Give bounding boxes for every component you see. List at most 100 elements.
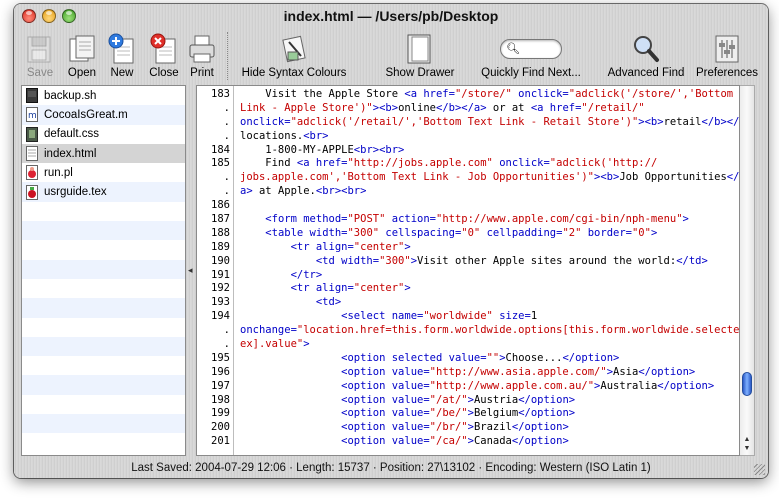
- file-list-empty-row: [22, 259, 185, 279]
- quickly-find-next-button[interactable]: 🔍︎ Quickly Find Next...: [476, 32, 586, 79]
- save-button[interactable]: Save: [22, 32, 58, 79]
- code-line[interactable]: . a> at Apple.<br><br>: [197, 185, 739, 199]
- file-list-empty-row: [22, 433, 185, 452]
- line-text: Link - Apple Store')"><b>online</b></a> …: [240, 101, 645, 114]
- file-list-empty-row: [22, 221, 185, 241]
- code-line[interactable]: 192 <tr align="center">: [197, 282, 739, 296]
- search-icon: 🔍︎: [506, 43, 520, 55]
- file-name: default.css: [44, 128, 99, 141]
- code-line[interactable]: 183 Visit the Apple Store <a href="/stor…: [197, 88, 739, 102]
- file-list-empty-row: [22, 414, 185, 434]
- line-number: 201: [211, 435, 230, 448]
- line-number: 192: [211, 282, 230, 295]
- code-line[interactable]: . onchange="location.href=this.form.world…: [197, 324, 739, 338]
- line-number: 191: [211, 268, 230, 281]
- scroll-thumb[interactable]: [742, 372, 752, 396]
- line-text: jobs.apple.com','Bottom Text Link - Job …: [240, 171, 740, 184]
- file-list-item[interactable]: index.html: [22, 143, 185, 164]
- tex-file-icon: [26, 184, 38, 200]
- line-number: .: [223, 338, 230, 351]
- printer-icon: [188, 32, 216, 66]
- code-text[interactable]: 183 Visit the Apple Store <a href="/stor…: [197, 88, 740, 449]
- show-drawer-button[interactable]: Show Drawer: [384, 32, 456, 79]
- code-line[interactable]: 189 <tr align="center">: [197, 241, 739, 255]
- quick-find-field[interactable]: 🔍︎: [500, 32, 562, 66]
- magnifier-icon: [632, 32, 660, 66]
- line-text: locations.<br>: [240, 129, 329, 142]
- line-text: <form method="POST" action="http://www.a…: [265, 213, 689, 226]
- line-text: ex].value">: [240, 338, 310, 351]
- file-list-item[interactable]: usrguide.tex: [22, 182, 185, 202]
- close-button[interactable]: Close: [146, 32, 182, 79]
- code-line[interactable]: . Link - Apple Store')"><b>online</b></a>…: [197, 101, 739, 116]
- scroll-arrows[interactable]: ▲ ▼: [741, 435, 753, 453]
- file-list-empty-row: [22, 336, 185, 357]
- html-file-icon: [26, 146, 38, 162]
- file-name: backup.sh: [44, 89, 97, 102]
- open-button[interactable]: Open: [64, 32, 100, 79]
- code-line[interactable]: 195 <option selected value="">Choose...<…: [197, 352, 739, 366]
- line-number: .: [223, 129, 230, 142]
- line-number: .: [223, 101, 230, 114]
- file-list-item[interactable]: run.pl: [22, 163, 185, 182]
- resize-grip-icon[interactable]: [754, 464, 765, 475]
- code-editor[interactable]: 183 Visit the Apple Store <a href="/stor…: [196, 85, 740, 456]
- file-list-empty-row: [22, 202, 185, 221]
- status-bar: Last Saved: 2004-07-29 12:06 · Length: 1…: [131, 462, 651, 474]
- file-list-item[interactable]: m CocoaIsGreat.m: [22, 105, 185, 125]
- code-line[interactable]: 187 <form method="POST" action="http://w…: [197, 213, 739, 227]
- line-number: .: [223, 185, 230, 198]
- line-number: 186: [211, 199, 230, 212]
- perl-file-icon: [26, 165, 38, 181]
- line-text: <option value="/br/">Brazil</option>: [341, 421, 569, 434]
- code-line[interactable]: . ex].value">: [197, 338, 739, 352]
- pane-splitter[interactable]: ◂: [186, 85, 196, 456]
- file-list-empty-row: [22, 356, 185, 375]
- line-number: 199: [211, 407, 230, 420]
- file-name: CocoaIsGreat.m: [44, 108, 128, 121]
- advanced-find-button[interactable]: Advanced Find: [606, 32, 686, 79]
- line-number: 185: [211, 157, 230, 170]
- line-number: 193: [211, 296, 230, 309]
- new-document-icon: [107, 32, 137, 66]
- file-list-item[interactable]: backup.sh: [22, 86, 185, 105]
- code-line[interactable]: 185 Find <a href="http://jobs.apple.com"…: [197, 157, 739, 171]
- code-line[interactable]: 184 1-800-MY-APPLE<br><br>: [197, 144, 739, 158]
- file-list-item[interactable]: default.css: [22, 125, 185, 144]
- code-line[interactable]: 193 <td>: [197, 296, 739, 310]
- line-text: a> at Apple.<br><br>: [240, 185, 367, 198]
- code-line[interactable]: . locations.<br>: [197, 129, 739, 144]
- new-button[interactable]: New: [106, 32, 138, 79]
- code-line[interactable]: 198 <option value="/at/">Austria</option…: [197, 394, 739, 408]
- code-line[interactable]: . jobs.apple.com','Bottom Text Link - Job…: [197, 171, 740, 185]
- line-text: <tr align="center">: [290, 282, 411, 295]
- preferences-button[interactable]: Preferences: [696, 32, 758, 79]
- file-name: run.pl: [44, 166, 73, 179]
- file-list[interactable]: backup.sh m CocoaIsGreat.m default.css index…: [21, 85, 186, 456]
- code-line[interactable]: 190 <td width="300">Visit other Apple si…: [197, 254, 739, 269]
- line-text: Visit the Apple Store <a href="/store/" …: [240, 88, 734, 100]
- file-name: usrguide.tex: [44, 186, 107, 199]
- code-line[interactable]: 194 <select name="worldwide" size=1: [197, 310, 739, 324]
- toolbar-separator: [227, 32, 228, 80]
- line-number: 196: [211, 365, 230, 378]
- file-list-empty-row: [22, 298, 185, 318]
- title-bar[interactable]: index.html — /Users/pb/Desktop: [14, 4, 768, 28]
- hide-syntax-colours-button[interactable]: Hide Syntax Colours: [240, 32, 348, 79]
- save-icon: [27, 32, 53, 66]
- line-number: 190: [211, 254, 230, 267]
- code-line[interactable]: . onclick="adclick('/retail/','Bottom Tex…: [197, 116, 739, 130]
- code-line[interactable]: 197 <option value="http://www.apple.com.…: [197, 380, 739, 394]
- code-line[interactable]: 199 <option value="/be/">Belgium</option…: [197, 407, 739, 421]
- code-line[interactable]: 200 <option value="/br/">Brazil</option>: [197, 421, 739, 435]
- line-number: .: [223, 324, 230, 337]
- print-button[interactable]: Print: [186, 32, 218, 79]
- editor-window: index.html — /Users/pb/Desktop Save Open…: [14, 4, 768, 478]
- code-line[interactable]: 191 </tr>: [197, 268, 739, 283]
- code-line[interactable]: 196 <option value="http://www.asia.apple…: [197, 365, 739, 380]
- vertical-scrollbar[interactable]: ▲ ▼: [740, 85, 755, 456]
- code-line[interactable]: 201 <option value="/ca/">Canada</option>: [197, 435, 739, 449]
- code-line[interactable]: 188 <table width="300" cellspacing="0" c…: [197, 227, 739, 241]
- open-document-icon: [67, 32, 97, 66]
- code-line[interactable]: 186: [197, 199, 739, 213]
